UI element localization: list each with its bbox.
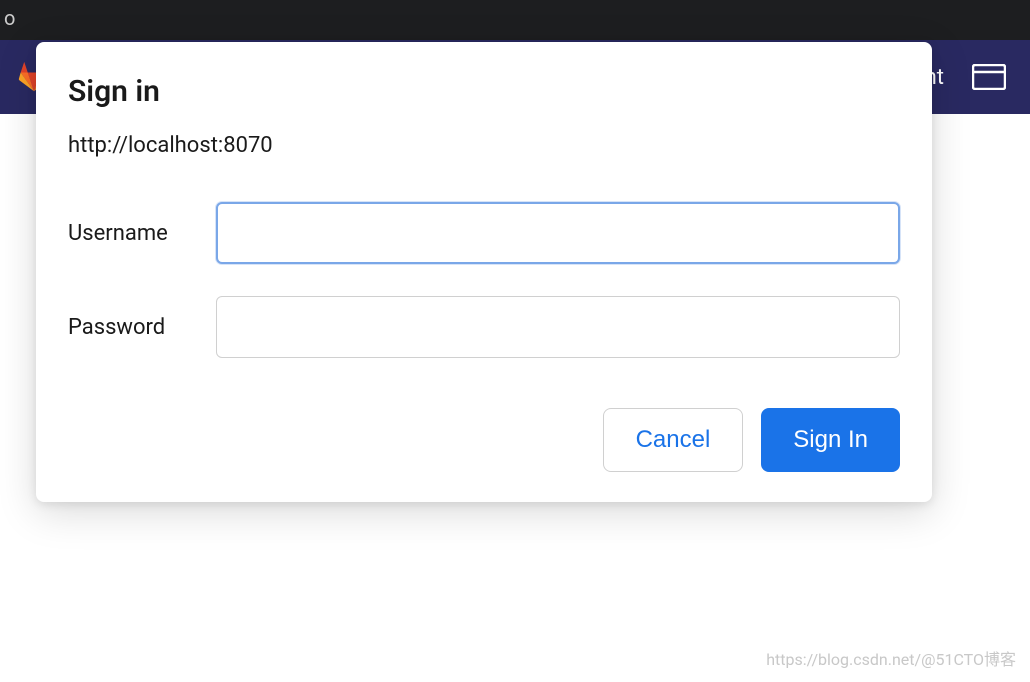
tab-text-fragment: o: [4, 6, 15, 30]
password-label: Password: [68, 315, 216, 340]
username-label: Username: [68, 221, 216, 246]
username-input[interactable]: [216, 202, 900, 264]
dialog-button-row: Cancel Sign In: [68, 408, 900, 472]
username-row: Username: [68, 202, 900, 264]
nav-right: nt: [925, 64, 1006, 90]
password-input[interactable]: [216, 296, 900, 358]
folder-icon[interactable]: [972, 64, 1006, 90]
cancel-button[interactable]: Cancel: [603, 408, 744, 472]
dialog-title: Sign in: [68, 74, 900, 109]
signin-dialog: Sign in http://localhost:8070 Username P…: [36, 42, 932, 502]
watermark-text: https://blog.csdn.net/@51CTO博客: [766, 646, 1016, 670]
signin-button[interactable]: Sign In: [761, 408, 900, 472]
password-row: Password: [68, 296, 900, 358]
browser-tab-bar: o: [0, 0, 1030, 40]
dialog-host-url: http://localhost:8070: [68, 133, 900, 158]
